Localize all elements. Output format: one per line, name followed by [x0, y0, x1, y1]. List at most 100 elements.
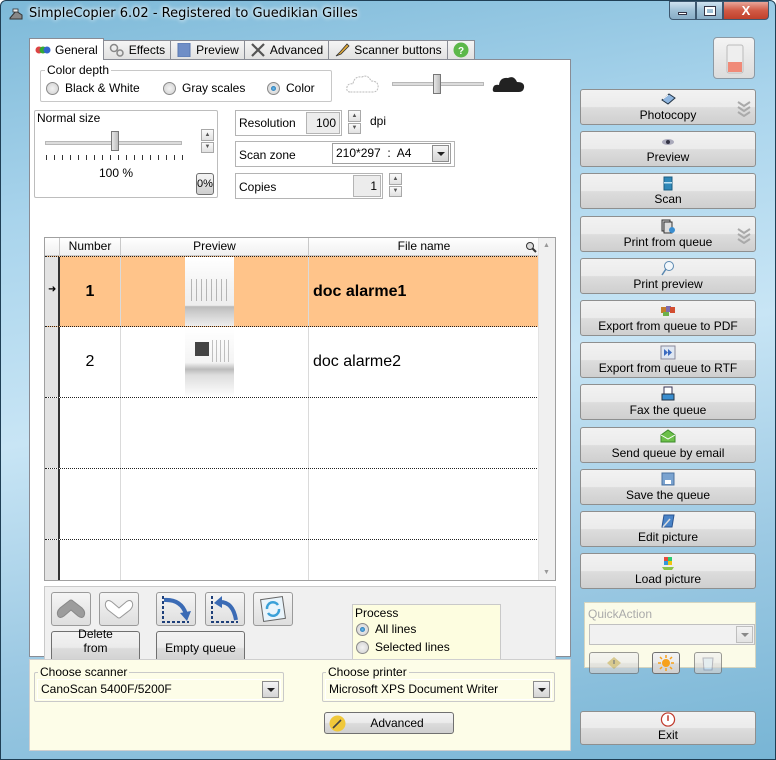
row-header[interactable]: [45, 540, 60, 580]
printer-legend: Choose printer: [326, 665, 409, 679]
copies-input[interactable]: 1: [353, 175, 381, 197]
action-scan-button[interactable]: Scan: [580, 173, 756, 209]
printer-select[interactable]: Microsoft XPS Document Writer: [325, 679, 552, 700]
rotate-left-icon: [211, 596, 238, 623]
search-icon[interactable]: [525, 241, 537, 253]
action-photocopy-button[interactable]: Photocopy: [580, 89, 756, 125]
resolution-box: Resolution 100: [235, 110, 342, 136]
table-row[interactable]: [45, 469, 539, 540]
maximize-button[interactable]: [696, 1, 723, 20]
rtf-export-icon: [660, 345, 676, 360]
vertical-scrollbar[interactable]: ▲ ▼: [538, 238, 555, 580]
size-spinner[interactable]: ▲ ▼: [201, 129, 214, 153]
radio-selected-lines[interactable]: Selected lines: [356, 640, 450, 654]
action-send-queue-by-email-button[interactable]: Send queue by email: [580, 427, 756, 463]
quick-action-delete-button[interactable]: [694, 652, 722, 674]
action-print-from-queue-button[interactable]: Print from queue: [580, 216, 756, 252]
minimize-button[interactable]: [669, 1, 696, 20]
radio-black-white[interactable]: Black & White: [46, 81, 140, 95]
color-balls-icon: [35, 46, 51, 53]
action-preview-button[interactable]: Preview: [580, 131, 756, 167]
spin-up-icon[interactable]: ▲: [389, 173, 402, 185]
move-down-button[interactable]: [99, 592, 139, 626]
scanner-icon: [661, 93, 676, 105]
reset-size-button[interactable]: 0%: [196, 173, 214, 195]
radio-color[interactable]: Color: [267, 81, 315, 95]
scanner-select[interactable]: CanoScan 5400F/5200F: [37, 679, 281, 700]
scroll-down-icon[interactable]: ▼: [543, 569, 550, 576]
action-edit-picture-button[interactable]: Edit picture: [580, 511, 756, 547]
action-label: Scan: [654, 192, 682, 206]
scan-zone-select[interactable]: 210*297 : A4: [332, 143, 451, 164]
row-header[interactable]: [45, 327, 60, 397]
radio-gray-scales[interactable]: Gray scales: [163, 81, 245, 95]
action-export-from-queue-to-pdf-button[interactable]: Export from queue to PDF: [580, 300, 756, 336]
save-icon: [661, 472, 675, 486]
quick-action-legend: QuickAction: [588, 607, 653, 621]
resolution-input[interactable]: 100: [306, 112, 340, 134]
column-header-preview[interactable]: Preview: [121, 238, 309, 255]
tab-scanner-buttons[interactable]: Scanner buttons: [328, 40, 448, 59]
tab-effects[interactable]: Effects: [102, 40, 172, 59]
quick-action-new-button[interactable]: [652, 652, 680, 674]
action-fax-the-queue-button[interactable]: Fax the queue: [580, 384, 756, 420]
table-row[interactable]: 2 doc alarme2: [45, 327, 539, 398]
color-depth-legend: Color depth: [45, 63, 112, 77]
quick-action-select[interactable]: [589, 624, 755, 645]
spin-up-icon[interactable]: ▲: [348, 110, 361, 122]
spin-down-icon[interactable]: ▼: [201, 141, 214, 153]
chevron-down-icon[interactable]: [262, 681, 279, 698]
action-label: Send queue by email: [611, 446, 725, 460]
printer-group: Choose printer Microsoft XPS Document Wr…: [322, 665, 555, 702]
help-icon: ?: [453, 42, 469, 58]
action-print-preview-button[interactable]: Print preview: [580, 258, 756, 294]
rotate-left-button[interactable]: [205, 592, 245, 626]
refresh-button[interactable]: [253, 592, 293, 626]
cell-preview: [121, 398, 309, 468]
close-button[interactable]: X: [723, 1, 769, 20]
expand-menu-icon[interactable]: [737, 226, 751, 244]
expand-menu-icon[interactable]: [737, 99, 751, 117]
spin-down-icon[interactable]: ▼: [389, 185, 402, 197]
brightness-slider-thumb[interactable]: [433, 74, 441, 94]
rotate-right-button[interactable]: [156, 592, 196, 626]
row-header[interactable]: ➜: [45, 257, 60, 326]
action-save-the-queue-button[interactable]: Save the queue: [580, 469, 756, 505]
pdf-export-icon: [661, 306, 675, 316]
table-row[interactable]: [45, 540, 539, 580]
scan-zone-box: Scan zone 210*297 : A4: [235, 141, 455, 167]
action-load-picture-button[interactable]: Load picture: [580, 553, 756, 589]
copies-spinner[interactable]: ▲ ▼: [389, 173, 402, 197]
tab-help[interactable]: ?: [446, 40, 475, 59]
chevron-down-icon[interactable]: [533, 681, 550, 698]
column-header-file-name[interactable]: File name: [309, 238, 539, 255]
scroll-up-icon[interactable]: ▲: [543, 242, 550, 249]
radio-dot-selected: [356, 622, 369, 636]
column-header-number[interactable]: Number: [60, 238, 121, 255]
row-header[interactable]: [45, 398, 60, 468]
printer-advanced-button[interactable]: Advanced: [324, 712, 454, 734]
chevron-down-icon[interactable]: [432, 145, 449, 162]
tab-advanced[interactable]: Advanced: [243, 40, 330, 59]
action-label: Fax the queue: [629, 403, 707, 417]
move-up-button[interactable]: [51, 592, 91, 626]
spin-down-icon[interactable]: ▼: [348, 122, 361, 134]
size-slider-thumb[interactable]: [111, 131, 119, 151]
tab-preview[interactable]: Preview: [170, 40, 245, 59]
warning-icon: [607, 657, 621, 669]
action-export-from-queue-to-rtf-button[interactable]: Export from queue to RTF: [580, 342, 756, 378]
quick-action-warning-button[interactable]: [589, 652, 639, 674]
resolution-spinner[interactable]: ▲ ▼: [348, 110, 361, 134]
radio-all-lines[interactable]: All lines: [356, 622, 416, 636]
table-row[interactable]: ➜ 1 doc alarme1: [45, 256, 539, 327]
table-row[interactable]: [45, 398, 539, 469]
scan-icon: [663, 176, 673, 191]
tab-general[interactable]: General: [29, 38, 104, 60]
magnifier-icon: [661, 261, 674, 276]
chevron-down-icon[interactable]: [736, 626, 753, 643]
title-bar[interactable]: SimpleCopier 6.02 - Registered to Guedik…: [1, 1, 775, 27]
row-header[interactable]: [45, 469, 60, 539]
trash-icon: [702, 657, 714, 670]
spin-up-icon[interactable]: ▲: [201, 129, 214, 141]
exit-button[interactable]: Exit: [580, 711, 756, 745]
